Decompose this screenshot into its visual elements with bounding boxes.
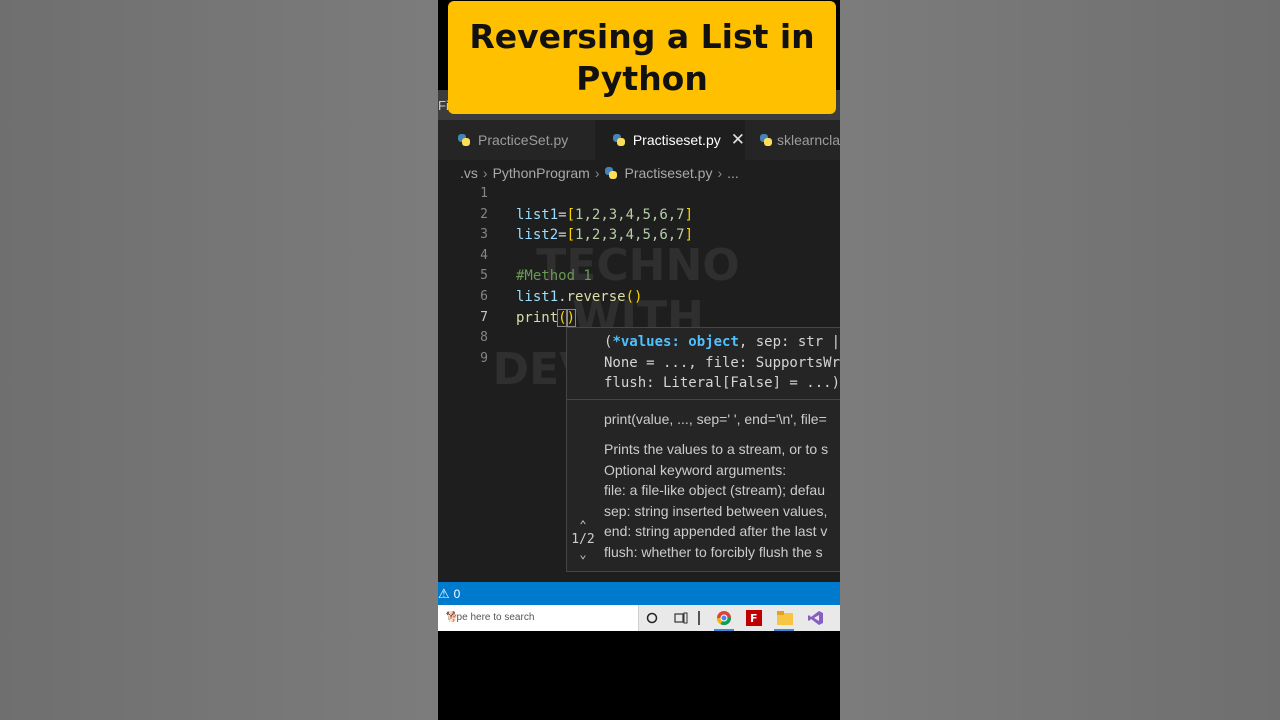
sig-rest: , sep: str | [738,334,840,350]
warning-count[interactable]: 0 [454,587,461,601]
token-variable: list1 [516,288,559,305]
doc-line: Optional keyword arguments: [604,461,787,478]
doc-signature: print(value, ..., sep=' ', end='\n', fil… [604,411,827,427]
token-numbers: 1,2,3,4,5,6,7 [575,206,685,223]
tab-bar: PracticeSet.py Practiseset.py ✕ sklearnc… [438,120,840,160]
filezilla-icon[interactable]: F [745,609,763,627]
line-number: 8 [480,330,488,346]
doc-line: end: string appended after the last v [604,523,828,540]
title-banner: Reversing a List in Python [448,1,836,114]
tab-practiceset[interactable]: PracticeSet.py [438,120,593,160]
doc-line: sep: string inserted between values, [604,502,828,519]
video-frame: Reversing a List in Python Fi PracticeSe… [438,0,840,720]
line-number: 4 [480,247,488,263]
doc-line: flush: whether to forcibly flush the s [604,543,823,560]
sig-line-3: flush: Literal[False] = ...) [604,375,840,392]
chevron-right-icon: › [717,165,723,181]
line-number: 1 [480,186,488,201]
overload-counter: 1/2 [571,532,595,547]
line-number: 3 [480,227,488,243]
token-comment: #Method 1 [516,268,592,285]
token-parens: () [625,288,643,305]
token-paren-close: ) [565,308,577,327]
code-line-4[interactable] [516,246,693,267]
tab-label: PracticeSet.py [478,132,569,148]
tab-practiseset-active[interactable]: Practiseset.py ✕ [595,120,745,160]
taskbar-search-box[interactable]: Type here to search 🐕 [438,605,639,631]
cortana-circle-icon[interactable] [643,609,661,627]
tab-sklearn[interactable]: sklearncla [748,120,840,160]
signature-text: (*values: object, sep: str | None = ...,… [604,332,840,394]
breadcrumb-item-file[interactable]: Practiseset.py [625,165,713,181]
token-dot: . [558,288,567,305]
code-line-5[interactable]: #Method 1 [516,266,693,287]
line-number: 9 [480,350,488,366]
python-icon [604,167,617,179]
sig-line-2: None = ..., file: SupportsWri [604,354,840,371]
code-editor: PracticeSet.py Practiseset.py ✕ sklearnc… [438,120,840,582]
line-number: 6 [480,288,488,304]
search-placeholder: Type here to search [446,612,535,623]
code-line-2[interactable]: list1=[1,2,3,4,5,6,7] [516,205,693,226]
overload-pager: ⌃ 1/2 ⌄ [567,518,599,561]
chevron-up-icon[interactable]: ⌃ [567,518,599,532]
chevron-down-icon[interactable]: ⌄ [567,547,599,561]
breadcrumb-item-folder[interactable]: PythonProgram [493,165,590,181]
chrome-active-indicator [714,629,734,631]
task-view-icon[interactable] [672,609,690,627]
token-bracket: ] [684,227,694,244]
python-icon [458,134,470,146]
token-variable: list1 [516,206,559,223]
code-line-3[interactable]: list2=[1,2,3,4,5,6,7] [516,225,693,246]
svg-text:F: F [750,612,758,625]
code-line-6[interactable]: list1.reverse() [516,287,693,308]
code-line-7[interactable]: print() [516,308,693,329]
token-bracket: ] [684,206,694,223]
tab-label: Practiseset.py [632,132,721,148]
token-operator: = [558,206,567,223]
signature-help-popup: (*values: object, sep: str | None = ...,… [566,327,840,572]
close-icon[interactable]: ✕ [731,130,745,150]
line-number: 5 [480,268,488,284]
banner-title: Reversing a List in Python [469,16,815,98]
chrome-icon[interactable] [715,609,733,627]
line-number-gutter: 1 2 3 4 5 6 7 8 9 [438,184,488,369]
doc-line: Prints the values to a stream, or to s [604,441,829,457]
visual-studio-icon[interactable] [807,609,825,627]
token-function: print [516,309,559,326]
doc-line: file: a file-like object (stream); defau [604,482,825,499]
breadcrumb: .vs › PythonProgram › Practiseset.py › .… [460,163,739,183]
token-paren-open: ( [557,308,568,327]
python-icon [760,134,772,146]
token-bracket: [ [566,227,576,244]
token-variable: list2 [516,227,559,244]
popup-divider [567,399,840,400]
explorer-active-indicator [774,629,794,631]
line-number-current: 7 [480,309,488,325]
warning-icon[interactable]: ⚠ [438,586,450,602]
token-operator: = [558,227,567,244]
sig-active-param: *values: object [612,334,739,350]
token-method: reverse [566,288,626,305]
windows-taskbar: Type here to search 🐕 F [438,605,840,631]
python-icon [613,134,625,146]
breadcrumb-item-more[interactable]: ... [727,165,739,181]
file-explorer-icon[interactable] [776,609,794,627]
search-illustration-icon: 🐕 [446,612,459,623]
blurred-background-left [0,0,438,720]
taskbar-divider [697,609,701,627]
breadcrumb-item-vs[interactable]: .vs [460,165,478,181]
chevron-right-icon: › [482,165,488,181]
token-bracket: [ [566,206,576,223]
line-number: 2 [480,206,488,222]
code-line-1[interactable] [516,184,693,205]
doc-description: Prints the values to a stream, or to s O… [604,439,828,563]
blurred-background-right [840,0,1280,720]
token-numbers: 1,2,3,4,5,6,7 [575,227,685,244]
status-bar: ⚠ 0 [438,582,840,605]
tab-label: sklearncla [776,132,840,148]
chevron-right-icon: › [594,165,600,181]
